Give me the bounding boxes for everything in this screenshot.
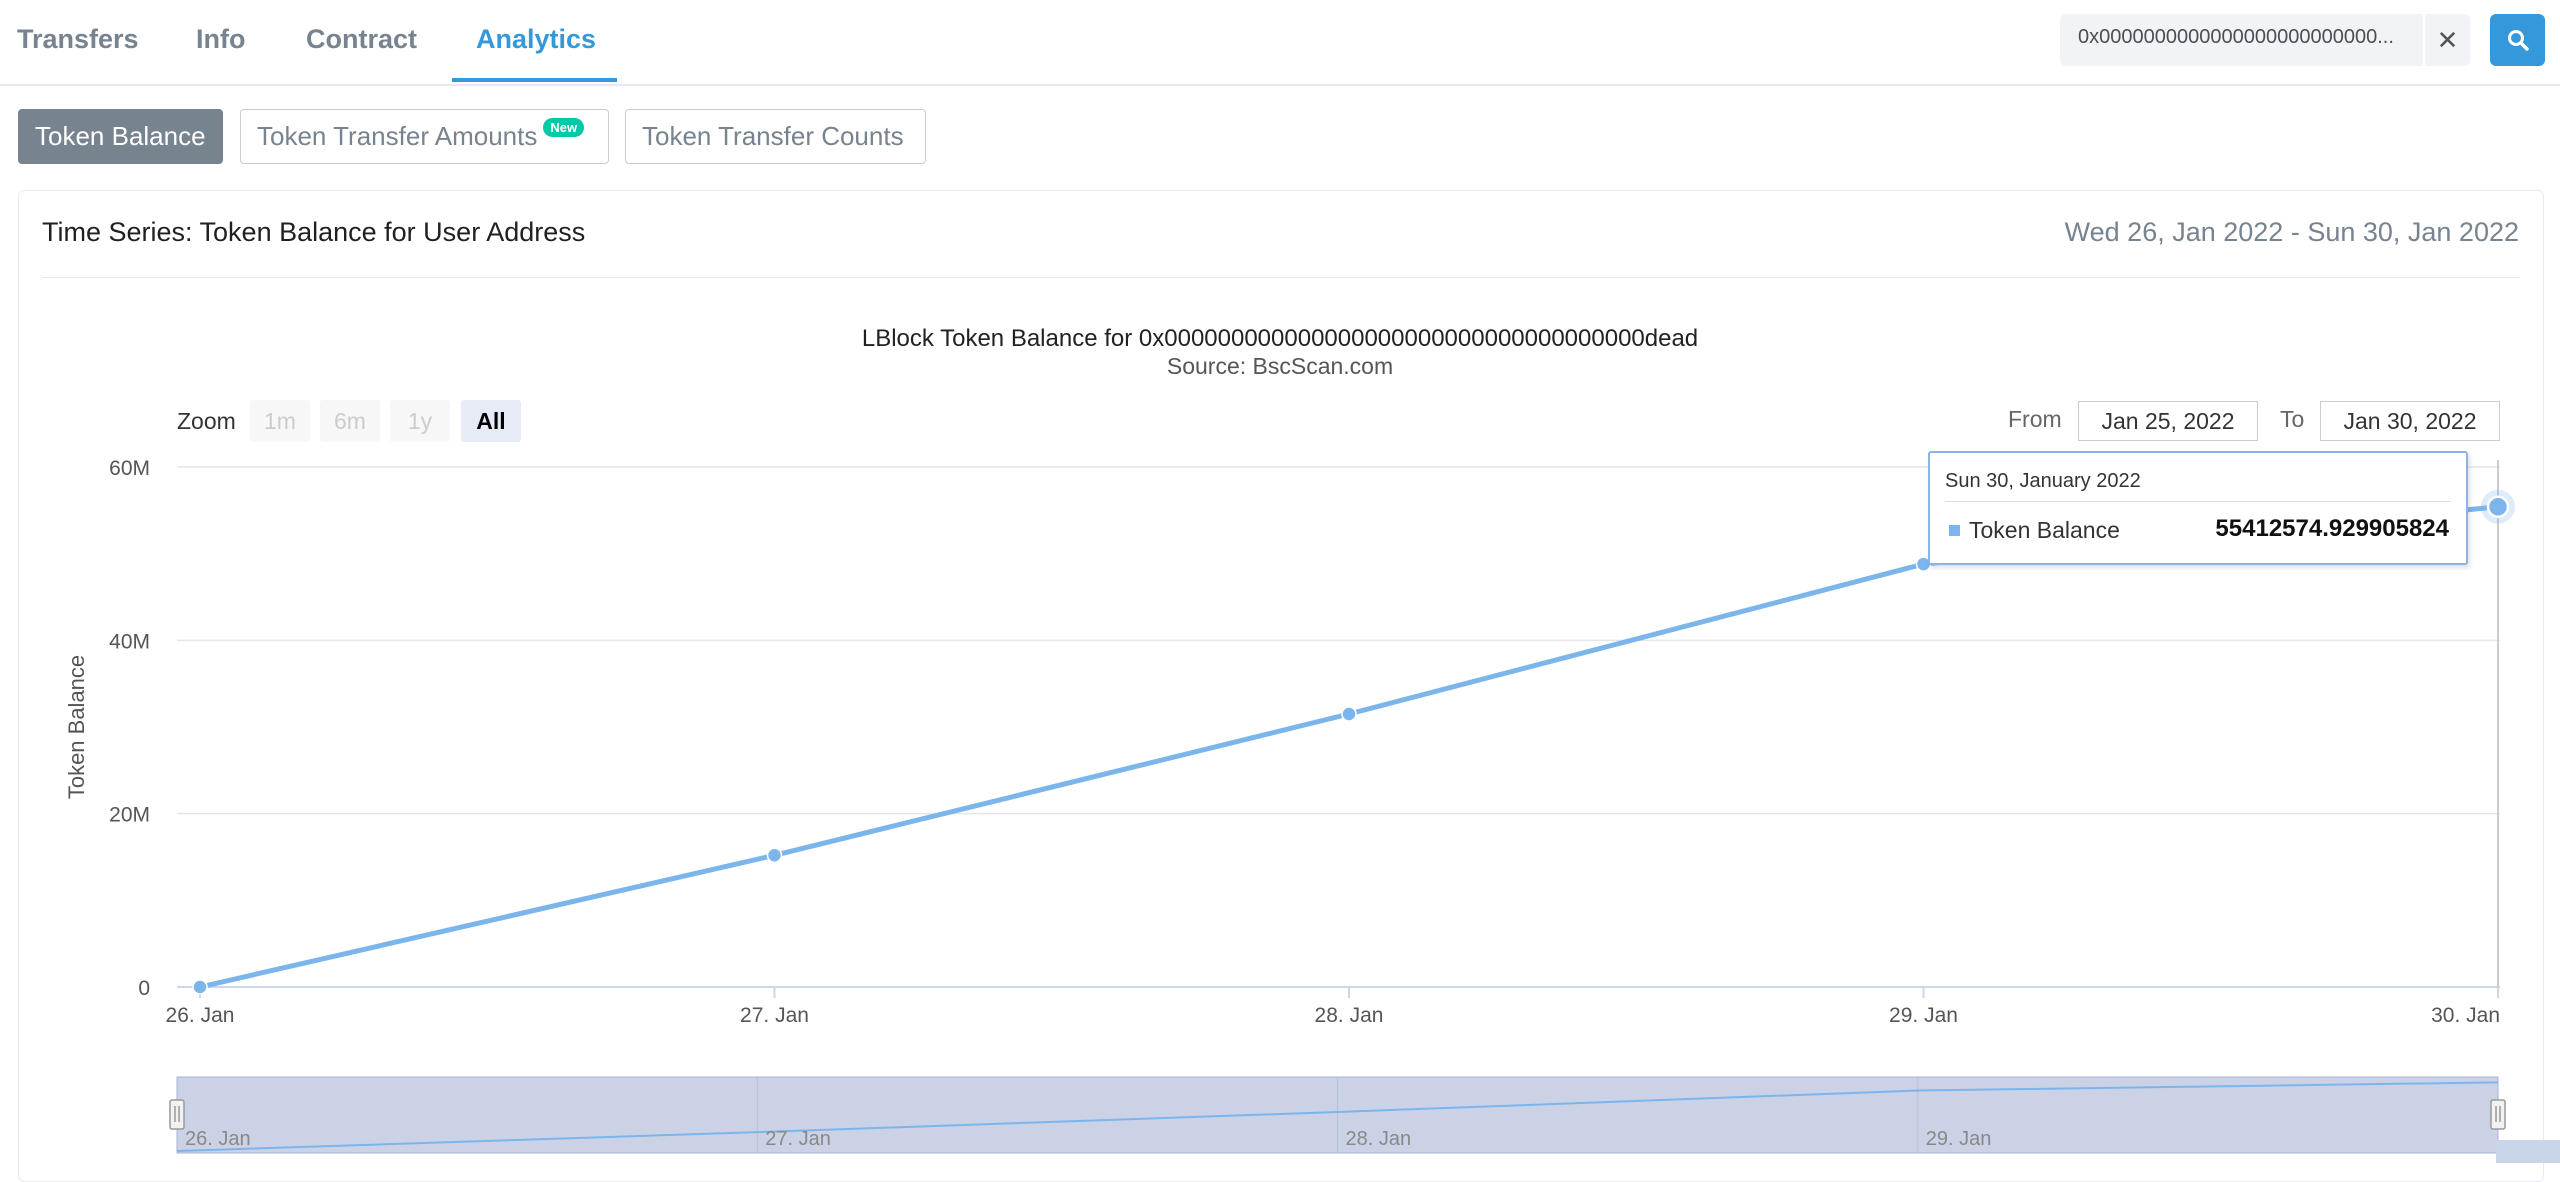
token-balance-chart: LBlock Token Balance for 0x0000000000000… (64, 325, 2560, 1163)
y-axis-label: Token Balance (64, 655, 89, 799)
zoom-label: Zoom (177, 408, 236, 434)
tooltip-value: 55412574.929905824 (2215, 515, 2449, 542)
navigator-right-handle[interactable] (2490, 1099, 2506, 1130)
x-tick-label: 26. Jan (166, 1004, 235, 1027)
chart-title: LBlock Token Balance for 0x0000000000000… (862, 325, 1698, 352)
zoom-all-button[interactable]: All (461, 400, 521, 442)
zoom-1y-button[interactable]: 1y (390, 400, 450, 442)
navigator-label: 29. Jan (1926, 1128, 1992, 1150)
series-token-balance (192, 489, 2515, 995)
tooltip-separator (1945, 501, 2451, 502)
data-point[interactable] (192, 979, 208, 995)
y-axis-ticks: 0 20M 40M 60M (109, 457, 150, 1000)
x-tick-label: 29. Jan (1889, 1004, 1958, 1027)
tooltip-date: Sun 30, January 2022 (1945, 470, 2141, 492)
tooltip-series-marker (1949, 525, 1960, 536)
x-tick-label: 27. Jan (740, 1004, 809, 1027)
from-date-input[interactable]: Jan 25, 2022 (2078, 401, 2258, 441)
series-line (199, 504, 2499, 990)
navigator[interactable]: 26. Jan 27. Jan 28. Jan 29. Jan (169, 1076, 2560, 1163)
to-date-input[interactable]: Jan 30, 2022 (2320, 401, 2500, 441)
data-point[interactable] (766, 847, 783, 864)
to-label: To (2280, 406, 2305, 432)
zoom-1m-button[interactable]: 1m (250, 400, 310, 442)
navigator-left-handle[interactable] (169, 1099, 185, 1130)
y-tick-label: 20M (109, 804, 150, 827)
y-tick-label: 60M (109, 457, 150, 480)
x-tick-label: 28. Jan (1315, 1004, 1384, 1027)
chart-subtitle: Source: BscScan.com (1167, 353, 1393, 379)
y-tick-label: 0 (138, 977, 150, 1000)
data-point[interactable] (1341, 706, 1357, 722)
chart-tooltip: Sun 30, January 2022 Token Balance 55412… (1928, 451, 2468, 565)
tooltip-series-name: Token Balance (1969, 517, 2120, 543)
data-point[interactable] (2486, 495, 2510, 519)
navigator-label: 27. Jan (765, 1128, 831, 1150)
y-tick-label: 40M (109, 630, 150, 653)
x-axis-ticks: 26. Jan 27. Jan 28. Jan 29. Jan 30. Jan (166, 987, 2500, 1027)
navigator-label: 28. Jan (1346, 1128, 1412, 1150)
navigator-label: 26. Jan (185, 1128, 251, 1150)
from-label: From (2008, 406, 2062, 432)
zoom-6m-button[interactable]: 6m (320, 400, 380, 442)
navigator-scrollbar-button[interactable] (2496, 1140, 2560, 1163)
x-tick-label: 30. Jan (2431, 1004, 2500, 1027)
